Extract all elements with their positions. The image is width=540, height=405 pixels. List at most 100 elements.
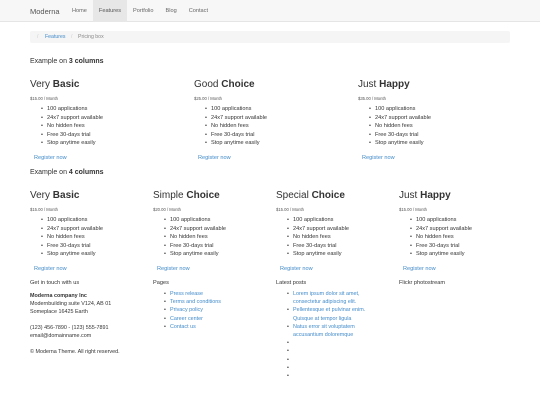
feature-item: Stop anytime easily [410, 250, 519, 259]
pricing-box-just-happy: Just Happy $15.00 / Month 100 applicatio… [399, 190, 519, 272]
pricing-price: $15.00 / Month [399, 207, 427, 212]
main-nav: Home Features Portfolio Blog Contact [66, 0, 214, 22]
pricing-box-special-choice: Special Choice $15.00 / Month 100 applic… [276, 190, 396, 272]
feature-item: Free 30-days trial [41, 242, 150, 251]
brand-logo[interactable]: Moderna [30, 7, 60, 16]
register-now-link[interactable]: Register now [399, 266, 519, 272]
breadcrumb-separator: / [37, 34, 39, 40]
pricing-box-very-basic: Very Basic $15.00 / Month 100 applicatio… [30, 79, 150, 161]
feature-list: 100 applications 24x7 support available … [358, 105, 478, 148]
pricing-title-light: Good [194, 79, 222, 90]
feature-item: Free 30-days trial [164, 242, 273, 251]
pricing-box-very-basic: Very Basic $15.00 / Month 100 applicatio… [30, 190, 150, 272]
pricing-title-bold: Happy [420, 190, 451, 201]
footer-link[interactable]: Terms and conditions [164, 298, 273, 306]
pricing-box-good-choice: Good Choice $25.00 / Month 100 applicati… [194, 79, 314, 161]
pricing-box-simple-choice: Simple Choice $20.00 / Month 100 applica… [153, 190, 273, 272]
pricing-title-bold: Basic [52, 190, 80, 201]
post-link[interactable]: Natus error sit voluptatem accusantium d… [287, 323, 381, 339]
nav-portfolio[interactable]: Portfolio [127, 0, 160, 22]
feature-list: 100 applications 24x7 support available … [153, 216, 273, 259]
footer-heading-flickr: Flickr photostream [399, 280, 446, 286]
pricing-price: $20.00 / Month [153, 207, 181, 212]
nav-home[interactable]: Home [66, 0, 93, 22]
feature-item: Stop anytime easily [205, 139, 314, 148]
feature-item: Stop anytime easily [287, 250, 396, 259]
feature-item: 100 applications [41, 105, 150, 114]
feature-item: No hidden fees [410, 233, 519, 242]
pricing-title-bold: Choice [186, 190, 220, 201]
phone-numbers: (123) 456-7890 - (123) 555-7891 [30, 325, 109, 331]
pricing-title: Very Basic [30, 79, 150, 90]
pricing-title-light: Very [30, 190, 53, 201]
footer-heading-posts: Latest posts [276, 280, 307, 286]
register-now-link[interactable]: Register now [153, 266, 273, 272]
register-now-link[interactable]: Register now [194, 155, 314, 161]
footer-flickr: Flickr photostream [399, 280, 519, 286]
feature-list: 100 applications 24x7 support available … [30, 216, 150, 259]
nav-blog[interactable]: Blog [160, 0, 183, 22]
footer-link[interactable]: Press release [164, 290, 273, 298]
feature-item: Free 30-days trial [410, 242, 519, 251]
register-now-link[interactable]: Register now [30, 155, 150, 161]
empty-list-item [287, 365, 381, 373]
feature-item: 24x7 support available [205, 114, 314, 123]
section-heading-prefix: Example on [30, 169, 69, 176]
pricing-price: $35.00 / Month [358, 96, 386, 101]
feature-item: Free 30-days trial [41, 131, 150, 140]
feature-item: Stop anytime easily [41, 139, 150, 148]
footer-heading-contact: Get in touch with us [30, 280, 80, 286]
pages-link-list: Press release Terms and conditions Priva… [153, 290, 273, 331]
section-heading-3-columns: Example on 3 columns [30, 58, 104, 65]
pricing-title: Simple Choice [153, 190, 273, 201]
nav-features[interactable]: Features [92, 0, 127, 22]
feature-item: Stop anytime easily [369, 139, 478, 148]
post-link[interactable]: Lorem ipsum dolor sit amet, consectetur … [287, 290, 381, 306]
email-address[interactable]: email@domainname.com [30, 332, 155, 340]
pricing-title: Special Choice [276, 190, 396, 201]
feature-item: 100 applications [205, 105, 314, 114]
feature-list: 100 applications 24x7 support available … [194, 105, 314, 148]
footer-link[interactable]: Privacy policy [164, 306, 273, 314]
footer-contact: Get in touch with us Moderna company Inc… [30, 280, 155, 356]
footer-link[interactable]: Contact us [164, 323, 273, 331]
pricing-title-light: Just [358, 79, 380, 90]
footer-heading-pages: Pages [153, 280, 169, 286]
pricing-title-light: Simple [153, 190, 187, 201]
section-heading-number: 3 columns [68, 58, 104, 65]
feature-item: 24x7 support available [164, 225, 273, 234]
feature-item: No hidden fees [164, 233, 273, 242]
feature-item: No hidden fees [287, 233, 396, 242]
pricing-title-bold: Choice [221, 79, 255, 90]
feature-list: 100 applications 24x7 support available … [399, 216, 519, 259]
feature-item: No hidden fees [205, 122, 314, 131]
footer-pages: Pages Press release Terms and conditions… [153, 280, 273, 331]
pricing-title: Just Happy [399, 190, 519, 201]
posts-link-list: Lorem ipsum dolor sit amet, consectetur … [276, 290, 381, 339]
empty-list-item [287, 357, 381, 365]
register-now-link[interactable]: Register now [30, 266, 150, 272]
breadcrumb: / Features / Pricing box [30, 31, 510, 43]
address-line: Modernbuilding suite V124, AB 01 [30, 301, 112, 307]
feature-item: 100 applications [287, 216, 396, 225]
feature-item: Stop anytime easily [164, 250, 273, 259]
feature-item: No hidden fees [369, 122, 478, 131]
feature-item: Free 30-days trial [287, 242, 396, 251]
pricing-box-just-happy: Just Happy $35.00 / Month 100 applicatio… [358, 79, 478, 161]
post-link[interactable]: Pellentesque et pulvinar enim. Quisque a… [287, 306, 381, 322]
register-now-link[interactable]: Register now [358, 155, 478, 161]
nav-contact[interactable]: Contact [183, 0, 214, 22]
pricing-title-light: Very [30, 79, 53, 90]
pricing-price: $15.00 / Month [30, 207, 58, 212]
breadcrumb-link-features[interactable]: Features [45, 34, 65, 40]
empty-list-item [287, 348, 381, 356]
feature-item: 100 applications [369, 105, 478, 114]
footer-link[interactable]: Career center [164, 315, 273, 323]
pricing-title-bold: Happy [379, 79, 410, 90]
copyright: © Moderna Theme. All right reserved. [30, 349, 120, 355]
feature-item: 24x7 support available [41, 225, 150, 234]
register-now-link[interactable]: Register now [276, 266, 396, 272]
pricing-title-bold: Basic [52, 79, 80, 90]
feature-item: No hidden fees [41, 233, 150, 242]
address-line: Someplace 16425 Earth [30, 309, 88, 315]
